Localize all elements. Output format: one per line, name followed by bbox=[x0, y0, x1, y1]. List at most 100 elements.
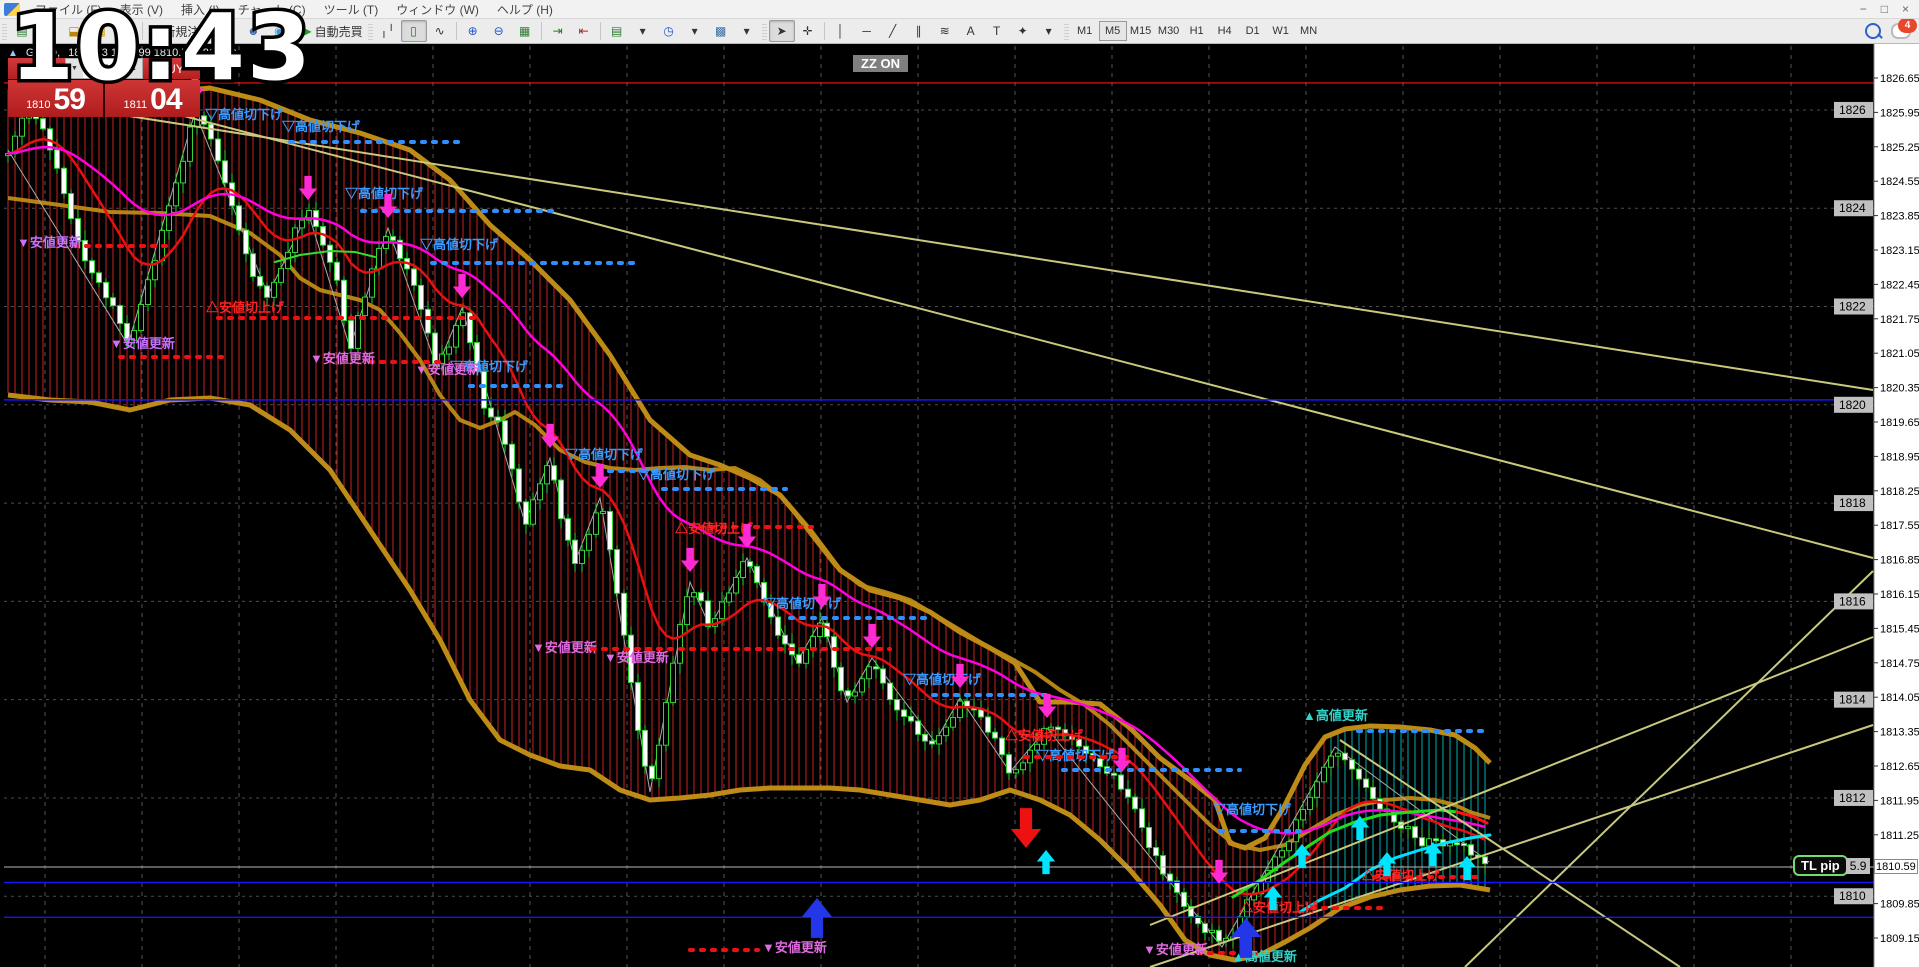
templates-icon: ▩ bbox=[714, 24, 727, 38]
restore-button[interactable]: □ bbox=[1881, 2, 1888, 16]
lower-high-label[interactable]: ▽高値切下げ bbox=[902, 672, 982, 687]
auto-trading-button[interactable]: ▶ 自動売買 bbox=[299, 20, 365, 42]
higher-low-label[interactable]: △安値切上げ bbox=[1361, 868, 1441, 883]
menu-item[interactable]: 挿入 (I) bbox=[172, 0, 229, 19]
channel-tool-button[interactable]: ∥ bbox=[906, 20, 932, 42]
timeframe-m30[interactable]: M30 bbox=[1155, 21, 1183, 41]
sell-price-button[interactable]: 1810 59 bbox=[8, 80, 103, 117]
vertical-line-tool-button[interactable]: │ bbox=[828, 20, 854, 42]
data-window-button[interactable]: ▥ bbox=[113, 20, 139, 42]
menu-item[interactable]: ウィンドウ (W) bbox=[387, 0, 488, 19]
candlestick bbox=[684, 596, 690, 626]
menu-item[interactable]: ツール (T) bbox=[315, 0, 388, 19]
indicators-dropdown-icon: ▾ bbox=[639, 24, 646, 38]
community-button[interactable]: ☻ bbox=[240, 20, 266, 42]
price-level-text: 1816 bbox=[1839, 594, 1866, 608]
shapes-tool-button[interactable]: ✦ bbox=[1010, 20, 1036, 42]
candlestick bbox=[516, 468, 522, 503]
higher-low-label[interactable]: △安値切上げ bbox=[1004, 728, 1084, 743]
line-chart-mode-button[interactable]: ∿ bbox=[427, 20, 453, 42]
lot-decrease-button[interactable]: ▼ bbox=[66, 59, 83, 78]
menu-item[interactable]: ファイル (F) bbox=[26, 0, 111, 19]
candlestick bbox=[285, 251, 291, 269]
signals-button[interactable]: ◉ bbox=[266, 20, 292, 42]
lower-high-label[interactable]: ▽高値切下げ bbox=[281, 119, 361, 134]
timeframe-mn[interactable]: MN bbox=[1295, 21, 1323, 41]
new-low-label[interactable]: ▼安値更新 bbox=[415, 362, 480, 377]
candlestick bbox=[264, 285, 270, 298]
new-chart-dropdown-button[interactable]: ▾ bbox=[35, 20, 61, 42]
lower-high-label[interactable]: ▽高値切下げ bbox=[1212, 802, 1292, 817]
fibonacci-tool-button[interactable]: ≋ bbox=[932, 20, 958, 42]
tile-windows-button[interactable]: ▦ bbox=[512, 20, 538, 42]
axis-tick-label: 1813.35 bbox=[1880, 727, 1919, 739]
new-low-label[interactable]: ▼安値更新 bbox=[762, 940, 827, 955]
metaeditor-button[interactable]: ◆ bbox=[214, 20, 240, 42]
chat-icon[interactable]: 4 bbox=[1891, 18, 1917, 39]
candlestick bbox=[1342, 752, 1348, 761]
search-icon[interactable] bbox=[1865, 23, 1881, 39]
new-low-label[interactable]: ▼安値更新 bbox=[17, 235, 82, 250]
horizontal-line-tool-button[interactable]: ─ bbox=[854, 20, 880, 42]
sell-button[interactable]: SELL bbox=[8, 58, 65, 79]
indicators-add-button[interactable]: ▤ bbox=[604, 20, 630, 42]
new-chart-button[interactable]: ▤ bbox=[9, 20, 35, 42]
timeframe-w1[interactable]: W1 bbox=[1267, 21, 1295, 41]
minimize-button[interactable]: − bbox=[1860, 2, 1867, 16]
chart-shift-button[interactable]: ⇤ bbox=[571, 20, 597, 42]
market-watch-button[interactable]: ▦ bbox=[87, 20, 113, 42]
zoom-out-button[interactable]: ⊖ bbox=[486, 20, 512, 42]
chart-canvas[interactable]: ▽高値切下げ▽高値切下げ▽高値切下げ▽高値切下げ▽高値切下げ▽高値切下げ▽高値切… bbox=[0, 44, 1919, 967]
candlestick bbox=[1160, 855, 1166, 875]
text-tool-button[interactable]: A bbox=[958, 20, 984, 42]
new-low-label[interactable]: ▼安値更新 bbox=[1143, 942, 1208, 957]
lot-size-input[interactable] bbox=[83, 59, 125, 78]
lower-high-label[interactable]: ▽高値切下げ bbox=[636, 467, 716, 482]
lower-high-label[interactable]: ▽高値切下げ bbox=[564, 447, 644, 462]
shapes-dropdown-icon: ▾ bbox=[1045, 24, 1052, 38]
timeframe-m15[interactable]: M15 bbox=[1127, 21, 1155, 41]
new-low-label[interactable]: ▼安値更新 bbox=[532, 640, 597, 655]
timeframe-m5[interactable]: M5 bbox=[1098, 21, 1127, 41]
close-button[interactable]: × bbox=[1902, 2, 1909, 16]
new-low-label[interactable]: ▼安値更新 bbox=[110, 336, 175, 351]
new-low-label[interactable]: ▼安値更新 bbox=[310, 351, 375, 366]
timeframe-h4[interactable]: H4 bbox=[1211, 21, 1239, 41]
higher-low-label[interactable]: △安値切上げ bbox=[674, 521, 754, 536]
periods-button[interactable]: ◷ bbox=[656, 20, 682, 42]
menu-item[interactable]: チャート (C) bbox=[229, 0, 315, 19]
menu-item[interactable]: ヘルプ (H) bbox=[488, 0, 562, 19]
lot-increase-button[interactable]: ▲ bbox=[125, 59, 142, 78]
timeframe-h1[interactable]: H1 bbox=[1183, 21, 1211, 41]
shapes-dropdown-button[interactable]: ▾ bbox=[1036, 20, 1062, 42]
lower-high-label[interactable]: ▽高値切下げ bbox=[762, 596, 842, 611]
higher-low-label[interactable]: △安値切上げ bbox=[205, 300, 285, 315]
cursor-tool-button[interactable]: ➤ bbox=[768, 20, 795, 42]
lower-high-label[interactable]: ▽高値切下げ bbox=[419, 237, 499, 252]
candlestick-mode-button[interactable]: ▯ bbox=[400, 20, 427, 42]
new-order-button[interactable]: ▤ 新規注文 bbox=[146, 20, 214, 42]
indicators-dropdown-button[interactable]: ▾ bbox=[630, 20, 656, 42]
periods-dropdown-button[interactable]: ▾ bbox=[682, 20, 708, 42]
label-tool-button[interactable]: T bbox=[984, 20, 1010, 42]
buy-button[interactable]: BUY bbox=[143, 58, 200, 79]
auto-scroll-button[interactable]: ⇥ bbox=[545, 20, 571, 42]
trendline-tool-button[interactable]: ╱ bbox=[880, 20, 906, 42]
timeframe-d1[interactable]: D1 bbox=[1239, 21, 1267, 41]
menu-item[interactable]: 表示 (V) bbox=[111, 0, 172, 19]
candlestick bbox=[656, 744, 662, 780]
lower-high-label[interactable]: ▽高値切下げ bbox=[204, 107, 284, 122]
buy-price-button[interactable]: 1811 04 bbox=[105, 80, 200, 117]
templates-dropdown-button[interactable]: ▾ bbox=[734, 20, 760, 42]
templates-button[interactable]: ▩ bbox=[708, 20, 734, 42]
zoom-in-button[interactable]: ⊕ bbox=[460, 20, 486, 42]
profiles-button[interactable]: ⬓ bbox=[61, 20, 87, 42]
window-buttons: − □ × bbox=[1860, 2, 1919, 16]
crosshair-tool-button[interactable]: ✛ bbox=[795, 20, 821, 42]
timeframe-m1[interactable]: M1 bbox=[1071, 21, 1099, 41]
bar-chart-mode-button[interactable]: ╷╵ bbox=[375, 20, 401, 42]
lower-high-label[interactable]: ▽高値切下げ bbox=[344, 186, 424, 201]
new-high-label[interactable]: ▲高値更新 bbox=[1303, 708, 1368, 723]
higher-low-label[interactable]: △安値切上げ bbox=[1239, 900, 1319, 915]
new-low-label[interactable]: ▼安値更新 bbox=[604, 650, 669, 665]
